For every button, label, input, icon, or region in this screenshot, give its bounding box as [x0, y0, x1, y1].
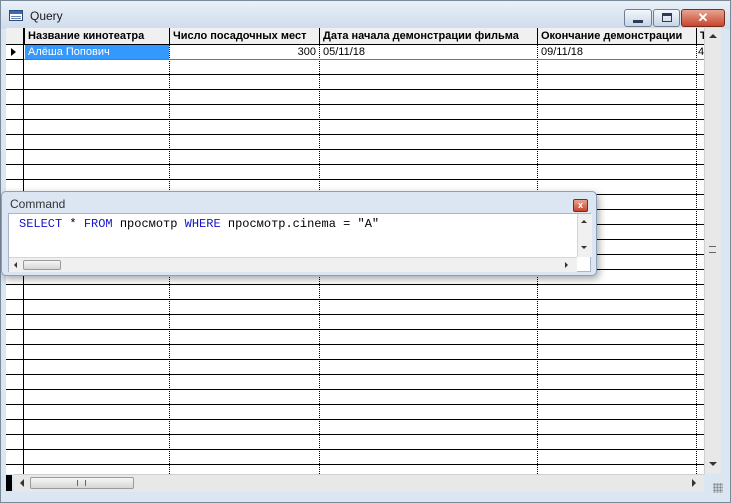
- command-editor[interactable]: SELECT * FROM просмотр WHERE просмотр.ci…: [8, 213, 592, 272]
- minimize-button[interactable]: [624, 9, 652, 27]
- maximize-icon: [662, 13, 672, 22]
- cell-start-date[interactable]: 05/11/18: [320, 45, 537, 59]
- scroll-right-icon[interactable]: [565, 262, 568, 268]
- column-header-end-date[interactable]: Окончание демонстрации: [538, 28, 697, 44]
- sql-keyword: SELECT: [19, 217, 63, 231]
- sql-keyword: FROM: [83, 217, 113, 231]
- command-scroll-thumb[interactable]: [23, 260, 61, 270]
- maximize-button[interactable]: [653, 9, 680, 27]
- table-icon: [9, 10, 23, 21]
- horizontal-scroll-thumb[interactable]: [30, 477, 134, 489]
- grid-header: Название кинотеатра Число посадочных мес…: [6, 28, 704, 45]
- record-marker: [6, 475, 12, 491]
- scroll-left-icon[interactable]: [20, 479, 24, 487]
- sql-command-text[interactable]: SELECT * FROM просмотр WHERE просмотр.ci…: [19, 217, 379, 231]
- command-close-button[interactable]: x: [573, 199, 588, 212]
- scroll-right-icon[interactable]: [692, 479, 696, 487]
- cell-extra[interactable]: 4: [697, 45, 704, 59]
- sql-text: просмотр: [112, 217, 185, 231]
- title-bar[interactable]: Query ✕: [1, 1, 730, 29]
- current-row-arrow-icon: [11, 48, 16, 56]
- sql-keyword: WHERE: [184, 217, 221, 231]
- scroll-grip-icon[interactable]: [709, 246, 716, 253]
- vertical-scrollbar[interactable]: [704, 28, 721, 474]
- scroll-grip-icon: [77, 480, 86, 486]
- cell-cinema[interactable]: Алёша Попович: [25, 45, 169, 59]
- command-horizontal-scrollbar[interactable]: [9, 257, 577, 272]
- close-button[interactable]: ✕: [681, 9, 725, 27]
- cell-seats[interactable]: 300: [170, 45, 319, 59]
- column-header-start-date[interactable]: Дата начала демонстрации фильма: [320, 28, 538, 44]
- column-header-seats[interactable]: Число посадочных мест: [170, 28, 320, 44]
- resize-grip-icon[interactable]: [713, 483, 723, 493]
- column-divider: [696, 28, 697, 474]
- scroll-up-icon[interactable]: [709, 34, 717, 38]
- column-header-cinema[interactable]: Название кинотеатра: [25, 28, 170, 44]
- minimize-icon: [633, 20, 643, 23]
- horizontal-scrollbar[interactable]: [14, 474, 704, 492]
- column-header-extra[interactable]: Т: [697, 28, 704, 44]
- cell-end-date[interactable]: 09/11/18: [538, 45, 696, 59]
- scroll-down-icon[interactable]: [581, 246, 587, 249]
- scroll-down-icon[interactable]: [709, 462, 717, 466]
- scroll-up-icon[interactable]: [581, 220, 587, 223]
- command-window[interactable]: Command x SELECT * FROM просмотр WHERE п…: [1, 191, 597, 276]
- close-icon: ✕: [697, 10, 709, 25]
- scroll-left-icon[interactable]: [14, 262, 17, 268]
- sql-text: *: [62, 217, 84, 231]
- window-title: Query: [30, 9, 63, 23]
- command-window-title: Command: [10, 197, 66, 211]
- sql-text: просмотр.cinema = "A": [220, 217, 380, 231]
- command-vertical-scrollbar[interactable]: [577, 214, 592, 257]
